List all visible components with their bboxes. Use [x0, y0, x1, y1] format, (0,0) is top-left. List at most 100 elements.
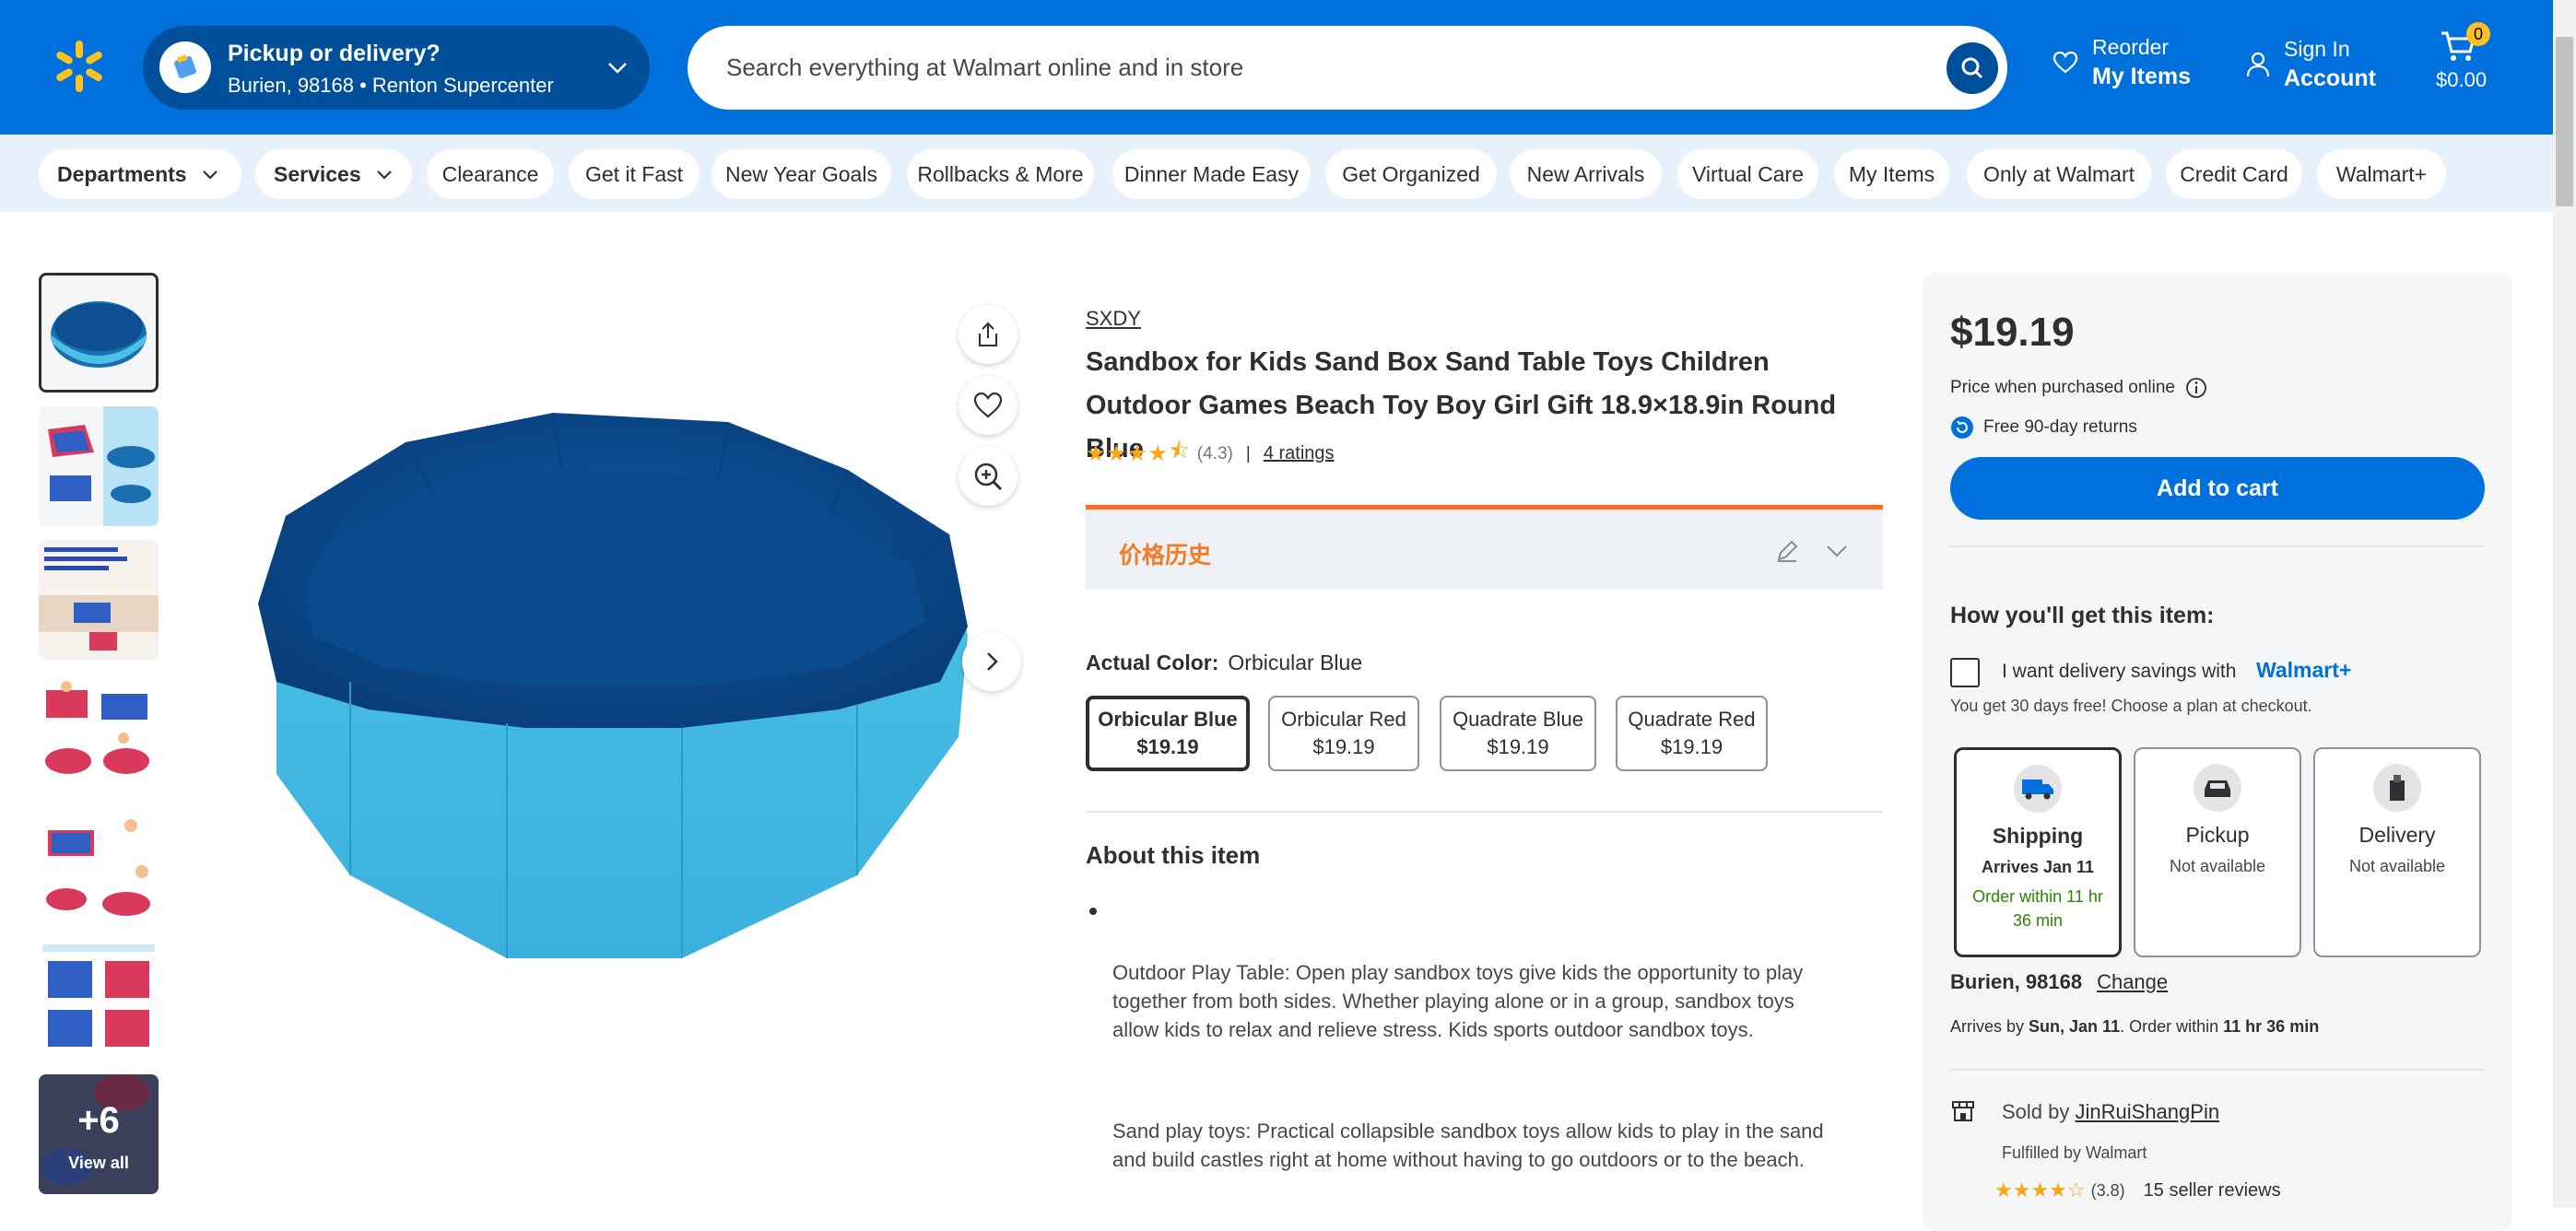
product-rating: ★★★★ ⯪ (4.3) | 4 ratings — [1086, 435, 1335, 473]
view-all-thumbnails[interactable]: +6 View all — [39, 1074, 159, 1194]
nav-dinner-made-easy[interactable]: Dinner Made Easy — [1112, 149, 1311, 199]
pickup-option[interactable]: Pickup Not available — [2134, 747, 2301, 957]
price: $19.19 — [1950, 310, 2075, 355]
swatch-price: $19.19 — [1136, 735, 1199, 758]
pickup-car-icon — [2194, 764, 2241, 812]
edit-icon[interactable] — [1773, 537, 1801, 565]
search-button[interactable] — [1947, 42, 1998, 94]
departments-dropdown[interactable]: Departments — [39, 149, 241, 199]
nav-clearance[interactable]: Clearance — [427, 149, 554, 199]
nav-my-items[interactable]: My Items — [1834, 149, 1949, 199]
chevron-down-icon — [376, 170, 392, 180]
add-to-cart-button[interactable]: Add to cart — [1950, 457, 2485, 520]
chevron-down-icon — [202, 170, 218, 180]
pickup-title: Pickup or delivery? — [228, 41, 441, 66]
seller-link[interactable]: JinRuiShangPin — [2076, 1100, 2220, 1123]
services-label: Services — [274, 161, 361, 186]
buy-box: $19.19 Price when purchased online Free … — [1923, 273, 2512, 1231]
rating-value: (4.3) — [1196, 443, 1233, 463]
services-dropdown[interactable]: Services — [255, 149, 412, 199]
arrives-date: Sun, Jan 11 — [2029, 1017, 2121, 1036]
thumbnail-3[interactable] — [39, 540, 159, 660]
user-icon — [2246, 52, 2270, 77]
option-title: Pickup — [2185, 823, 2250, 847]
shipping-option[interactable]: Shipping Arrives Jan 11 Order within 11 … — [1954, 747, 2122, 957]
search-input[interactable] — [726, 26, 1924, 110]
nav-only-at-walmart[interactable]: Only at Walmart — [1967, 149, 2151, 199]
delivery-savings-label: I want delivery savings with — [2002, 661, 2237, 682]
share-button[interactable] — [959, 305, 1017, 364]
option-subtitle: Not available — [2169, 857, 2266, 875]
chevron-right-icon — [987, 652, 998, 671]
delivery-savings-checkbox[interactable] — [1950, 658, 1980, 687]
zoom-in-icon — [974, 463, 1003, 491]
sold-by-prefix: Sold by — [2002, 1100, 2070, 1123]
pickup-delivery-selector[interactable]: Pickup or delivery? Burien, 98168 • Rent… — [143, 26, 650, 110]
chevron-down-icon[interactable] — [1823, 537, 1851, 565]
nav-get-organized[interactable]: Get Organized — [1325, 149, 1497, 199]
thumbnail-2[interactable] — [39, 406, 159, 526]
nav-rollbacks[interactable]: Rollbacks & More — [907, 149, 1094, 199]
departments-label: Departments — [57, 161, 187, 186]
swatch-name: Orbicular Blue — [1098, 708, 1238, 731]
next-image-button[interactable] — [962, 632, 1021, 691]
walmart-plus-logo: Walmart+ — [2256, 658, 2352, 682]
thumbnail-1[interactable] — [39, 273, 159, 393]
section-divider — [1086, 811, 1883, 813]
ratings-link[interactable]: 4 ratings — [1264, 443, 1335, 464]
favorite-button[interactable] — [959, 376, 1017, 435]
swatch-quadrate-red[interactable]: Quadrate Red $19.19 — [1616, 696, 1768, 771]
nav-new-year-goals[interactable]: New Year Goals — [712, 149, 891, 199]
price-note: Price when purchased online — [1950, 376, 2208, 400]
thumbnail-4[interactable] — [39, 674, 159, 793]
order-within-time: 11 hr 36 min — [2223, 1017, 2320, 1036]
seller-rating[interactable]: ★★★★☆ (3.8) 15 seller reviews — [1994, 1178, 2281, 1202]
rating-stars-icon: ★★★★ — [1086, 441, 1170, 466]
main-product-image[interactable] — [249, 405, 986, 977]
half-star-icon: ⯪ — [1169, 439, 1190, 463]
signin-label: Sign In — [2284, 37, 2350, 61]
thumbnail-5[interactable] — [39, 807, 159, 927]
arrives-prefix: Arrives by — [1950, 1017, 2025, 1036]
sold-by: Sold by JinRuiShangPin — [2002, 1100, 2219, 1124]
zoom-button[interactable] — [959, 447, 1017, 506]
returns-icon — [1951, 416, 1973, 439]
returns-info[interactable]: Free 90-day returns — [1950, 416, 2137, 440]
swatch-name: Quadrate Red — [1628, 708, 1756, 731]
buybox-divider — [1950, 545, 2485, 547]
bullet-point — [1089, 908, 1097, 915]
nav-virtual-care[interactable]: Virtual Care — [1677, 149, 1818, 199]
free-trial-text: You get 30 days free! Choose a plan at c… — [1950, 697, 2312, 715]
pickup-icon — [159, 41, 211, 93]
reorder-label: Reorder — [2092, 35, 2170, 59]
heart-icon — [973, 392, 1003, 418]
reorder-my-items[interactable]: Reorder My Items — [2052, 35, 2191, 90]
thumbnail-6[interactable] — [39, 941, 159, 1061]
brand-link[interactable]: SXDY — [1086, 307, 1141, 331]
swatch-orbicular-red[interactable]: Orbicular Red $19.19 — [1268, 696, 1419, 771]
walmart-spark-logo[interactable] — [52, 39, 107, 94]
nav-new-arrivals[interactable]: New Arrivals — [1510, 149, 1662, 199]
seller-reviews: 15 seller reviews — [2143, 1179, 2281, 1201]
header: Pickup or delivery? Burien, 98168 • Rent… — [0, 0, 2553, 135]
info-icon[interactable] — [2184, 376, 2208, 400]
description-paragraph: Outdoor Play Table: Open play sandbox to… — [1112, 961, 1804, 1041]
page-scrollbar[interactable] — [2553, 0, 2576, 1208]
swatch-name: Quadrate Blue — [1453, 708, 1583, 731]
share-icon — [979, 322, 997, 346]
account-signin[interactable]: Sign In Account — [2245, 37, 2376, 92]
price-history-panel[interactable]: 价格历史 — [1086, 505, 1883, 590]
nav-credit-card[interactable]: Credit Card — [2166, 149, 2302, 199]
delivery-option[interactable]: Delivery Not available — [2313, 747, 2481, 957]
nav-walmart-plus[interactable]: Walmart+ — [2317, 149, 2446, 199]
swatch-price: $19.19 — [1312, 735, 1375, 758]
nav-get-it-fast[interactable]: Get it Fast — [569, 149, 700, 199]
delivery-bag-icon — [2373, 764, 2421, 812]
swatch-quadrate-blue[interactable]: Quadrate Blue $19.19 — [1440, 696, 1596, 771]
swatch-orbicular-blue[interactable]: Orbicular Blue $19.19 — [1086, 696, 1250, 771]
search-icon — [1961, 57, 1983, 79]
swatch-price: $19.19 — [1487, 735, 1549, 758]
scroll-thumb[interactable] — [2556, 37, 2573, 206]
fulfilled-by: Fulfilled by Walmart — [2002, 1143, 2147, 1162]
change-location-link[interactable]: Change — [2097, 970, 2168, 993]
